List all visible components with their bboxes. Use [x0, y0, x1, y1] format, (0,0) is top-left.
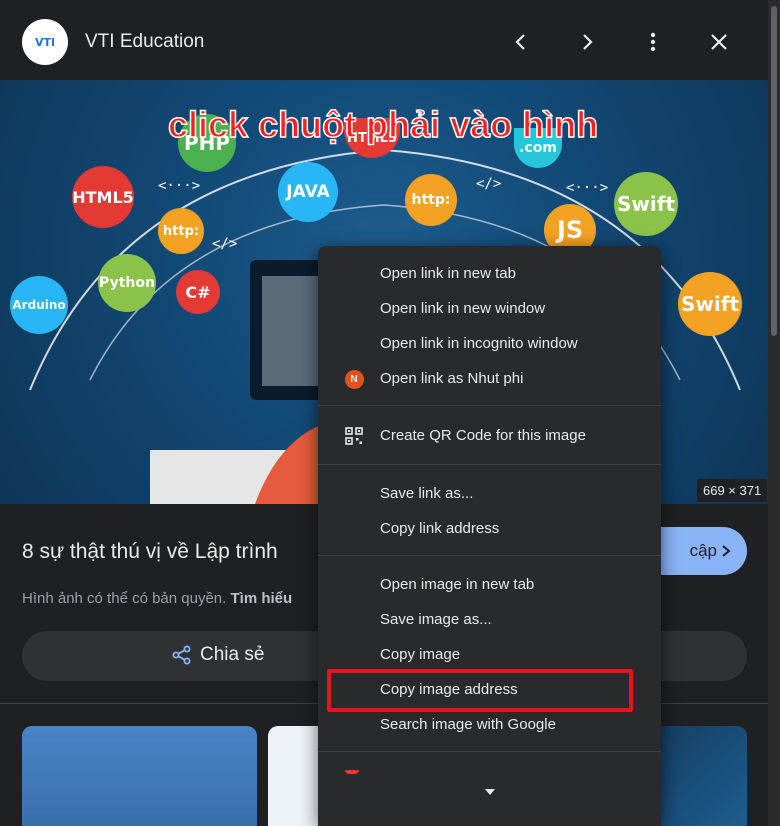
menu-item-open-image-new-tab[interactable]: Open image in new tab — [318, 567, 661, 602]
scrollbar-thumb[interactable] — [771, 6, 777, 336]
image-viewer-header: VTI VTI Education — [0, 0, 768, 80]
code-glyph: </> — [476, 176, 502, 192]
highlight-box-copy-image-address — [327, 669, 633, 712]
arduino-bubble: Arduino — [10, 276, 68, 334]
menu-separator — [318, 464, 661, 465]
result-title[interactable]: 8 sự thật thú vị về Lập trình — [22, 540, 278, 564]
related-image-thumbnail[interactable] — [22, 726, 257, 826]
http-bubble-2: http: — [158, 208, 204, 254]
site-avatar[interactable]: VTI — [22, 19, 68, 65]
menu-item-label: Open image in new tab — [380, 576, 535, 593]
menu-item-label: Open link in incognito window — [380, 335, 578, 352]
annotation-headline: click chuột phải vào hình — [167, 103, 599, 146]
menu-item-copy-image[interactable]: Copy image — [318, 637, 661, 672]
menu-separator — [318, 405, 661, 406]
java-bubble: JAVA — [278, 162, 338, 222]
python-bubble: Python — [98, 254, 156, 312]
more-vert-icon[interactable] — [637, 26, 669, 58]
menu-item-search-image-google[interactable]: Search image with Google — [318, 707, 661, 742]
copyright-notice: Hình ảnh có thể có bản quyền. Tìm hiểu — [22, 590, 292, 607]
learn-more-link[interactable]: Tìm hiểu — [231, 590, 293, 607]
menu-item-open-link-as-profile[interactable]: N Open link as Nhut phi — [318, 361, 661, 396]
image-dimensions: 669 × 371 — [697, 479, 768, 502]
chevron-left-icon[interactable] — [505, 26, 537, 58]
close-icon[interactable] — [703, 26, 735, 58]
chevron-right-icon[interactable] — [571, 26, 603, 58]
extension-icon — [345, 770, 359, 774]
menu-item-open-link-new-window[interactable]: Open link in new window — [318, 291, 661, 326]
menu-item-copy-link-address[interactable]: Copy link address — [318, 511, 661, 546]
qr-code-icon — [344, 426, 364, 446]
menu-separator — [318, 555, 661, 556]
menu-item-open-link-new-tab[interactable]: Open link in new tab — [318, 256, 661, 291]
html5-bubble: HTML5 — [72, 166, 134, 228]
caret-down-icon — [485, 789, 495, 795]
vti-logo: VTI — [34, 35, 56, 49]
code-glyph: </> — [212, 236, 238, 252]
copyright-text: Hình ảnh có thể có bản quyền. — [22, 590, 227, 607]
menu-item-label: Copy link address — [380, 520, 500, 537]
code-glyph: <···> — [566, 180, 609, 196]
swift-bubble: Swift — [614, 172, 678, 236]
menu-item-label: Open link as Nhut phi — [380, 370, 524, 387]
context-menu: Open link in new tab Open link in new wi… — [318, 246, 661, 826]
menu-item-label: Open link in new window — [380, 300, 546, 317]
menu-item-label: Create QR Code for this image — [380, 427, 586, 444]
menu-item-label: Save image as... — [380, 611, 492, 628]
menu-item-label: Copy image — [380, 646, 461, 663]
profile-initial: N — [344, 369, 364, 389]
csharp-bubble: C# — [176, 270, 220, 314]
menu-item-save-image-as[interactable]: Save image as... — [318, 602, 661, 637]
swift-bubble-2: Swift — [678, 272, 742, 336]
menu-item-open-link-incognito[interactable]: Open link in incognito window — [318, 326, 661, 361]
share-label: Chia sẻ — [200, 644, 265, 665]
site-name[interactable]: VTI Education — [85, 31, 204, 53]
menu-item-label: Open link in new tab — [380, 265, 516, 282]
chevron-right-icon — [722, 545, 731, 557]
profile-icon: N — [344, 369, 364, 389]
share-icon — [172, 645, 191, 665]
menu-item-create-qr-code[interactable]: Create QR Code for this image — [318, 418, 661, 453]
menu-item-save-link-as[interactable]: Save link as... — [318, 476, 661, 511]
visit-label: cập — [689, 541, 717, 560]
code-glyph: <···> — [158, 178, 201, 194]
menu-item-label: Save link as... — [380, 485, 474, 502]
menu-item-extension[interactable] — [318, 761, 661, 811]
menu-item-label: Search image with Google — [380, 716, 556, 733]
http-bubble: http: — [405, 174, 457, 226]
menu-separator — [318, 751, 661, 752]
